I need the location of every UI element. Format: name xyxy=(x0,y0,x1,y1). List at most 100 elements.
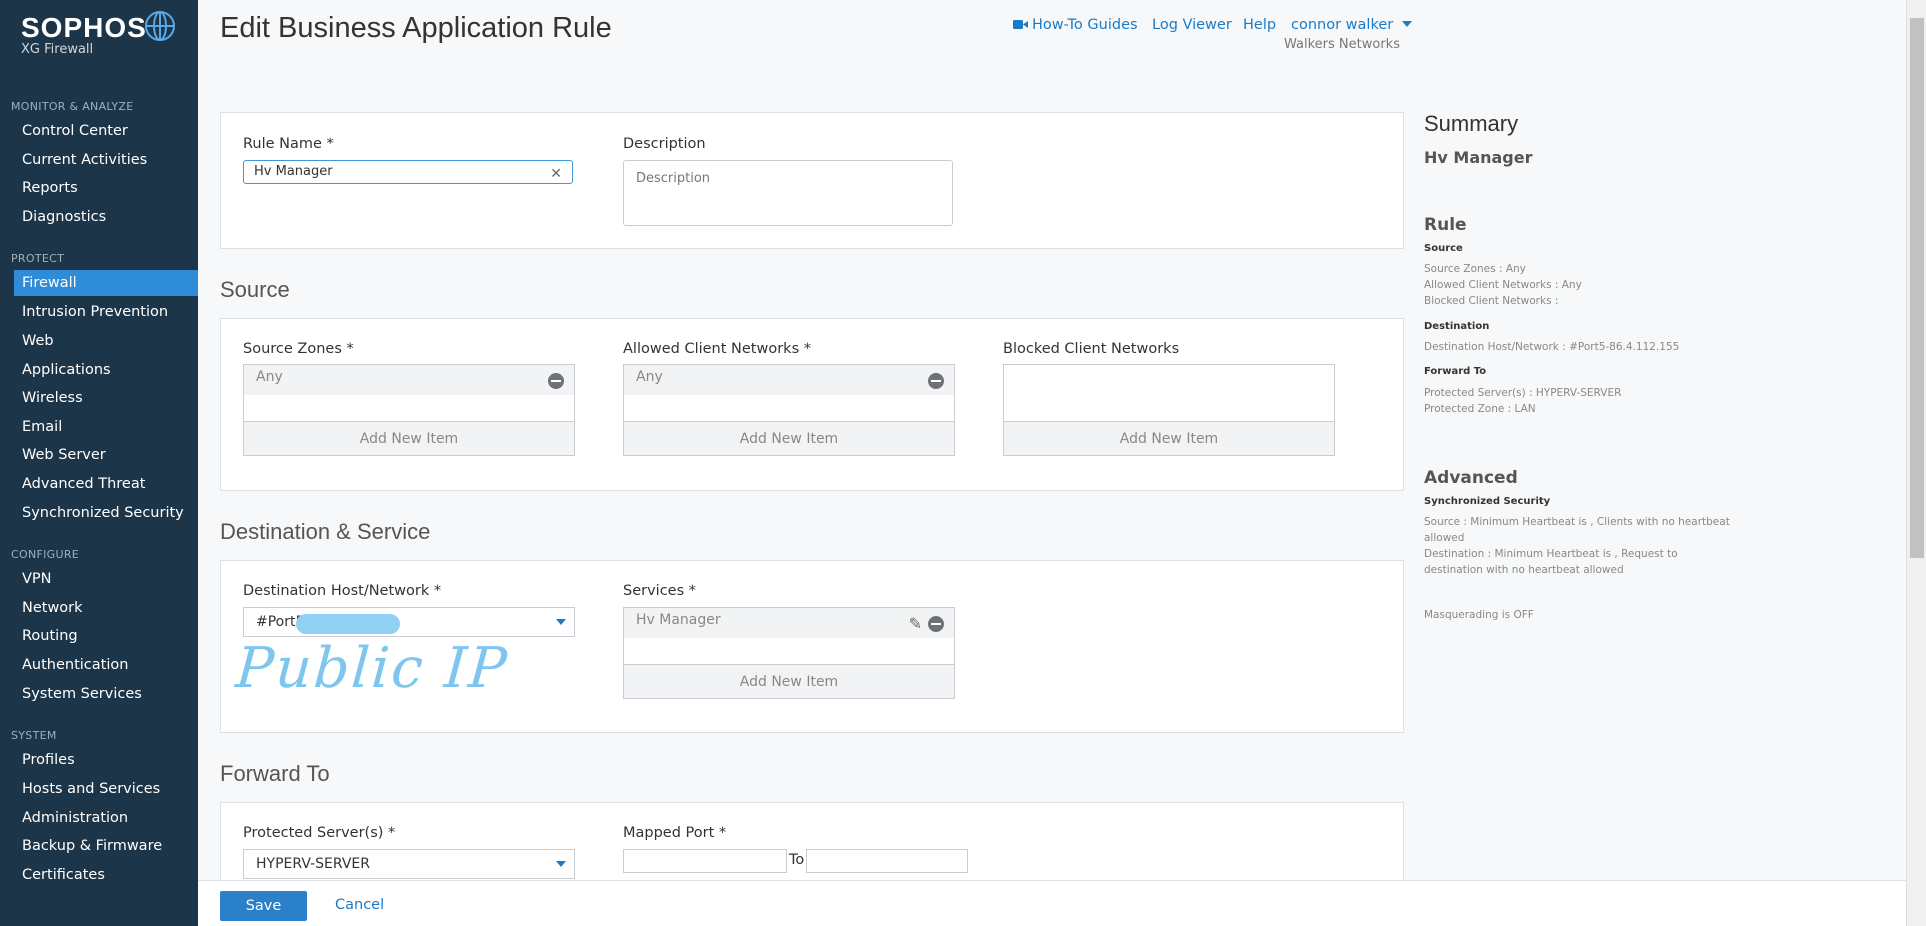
nav-item-backup-firmware[interactable]: Backup & Firmware xyxy=(14,833,198,859)
nav-item-current-activities[interactable]: Current Activities xyxy=(14,147,198,173)
caret-down-icon xyxy=(556,861,566,867)
nav-item-administration[interactable]: Administration xyxy=(14,805,198,831)
mapped-port-from-input[interactable] xyxy=(623,849,787,873)
nav-section-protect: PROTECT xyxy=(11,252,65,265)
source-zones-label: Source Zones * xyxy=(243,341,354,357)
footer-bar: Save Cancel xyxy=(198,880,1906,926)
summary-protected-zone: Protected Zone : LAN xyxy=(1424,403,1536,415)
mapped-port-to-input[interactable] xyxy=(806,849,968,873)
nav-item-authentication[interactable]: Authentication xyxy=(14,652,198,678)
nav-item-certificates[interactable]: Certificates xyxy=(14,862,198,888)
rule-name-input[interactable]: Hv Manager ✕ xyxy=(243,160,573,184)
help-link[interactable]: Help xyxy=(1243,17,1276,33)
nav-item-intrusion-prevention[interactable]: Intrusion Prevention xyxy=(14,299,198,325)
allowed-networks-list: Any Add New Item xyxy=(623,364,955,456)
remove-icon[interactable] xyxy=(928,616,944,632)
chevron-down-icon xyxy=(1401,21,1412,27)
services-value: Hv Manager xyxy=(636,612,721,628)
nav-item-applications[interactable]: Applications xyxy=(14,357,198,383)
brand-name: SOPHOS xyxy=(21,12,147,43)
video-camera-icon xyxy=(1013,20,1028,29)
summary-destination-host: Destination Host/Network : #Port5-86.4.1… xyxy=(1424,341,1680,353)
rule-name-label: Rule Name * xyxy=(243,136,334,152)
source-zones-list: Any Add New Item xyxy=(243,364,575,456)
source-zones-value: Any xyxy=(256,369,283,385)
summary-source-zones: Source Zones : Any xyxy=(1424,263,1526,275)
summary-rule-heading: Rule xyxy=(1424,215,1467,235)
nav-item-wireless[interactable]: Wireless xyxy=(14,385,198,411)
protected-servers-select[interactable]: HYPERV-SERVER xyxy=(243,849,575,879)
summary-rule-name: Hv Manager xyxy=(1424,148,1533,167)
globe-icon xyxy=(145,11,175,41)
nav-item-web[interactable]: Web xyxy=(14,328,198,354)
user-name: connor walker xyxy=(1291,17,1394,33)
redaction-scribble xyxy=(296,614,400,634)
allowed-networks-item: Any xyxy=(624,365,954,395)
protected-servers-label: Protected Server(s) * xyxy=(243,825,396,841)
destination-section-title: Destination & Service xyxy=(220,519,431,544)
mapped-port-to-label: To xyxy=(789,852,805,868)
user-menu[interactable]: connor walker xyxy=(1291,17,1412,33)
remove-icon[interactable] xyxy=(928,373,944,389)
summary-title: Summary xyxy=(1424,111,1519,136)
description-label: Description xyxy=(623,136,706,152)
source-zones-add-button[interactable]: Add New Item xyxy=(244,421,574,455)
nav-item-web-server[interactable]: Web Server xyxy=(14,442,198,468)
caret-down-icon xyxy=(556,619,566,625)
save-button[interactable]: Save xyxy=(220,891,307,921)
destination-host-label: Destination Host/Network * xyxy=(243,583,442,599)
how-to-guides-link[interactable]: How-To Guides xyxy=(1013,17,1138,33)
cancel-button[interactable]: Cancel xyxy=(335,897,384,913)
summary-source-heading: Source xyxy=(1424,243,1463,254)
allowed-networks-add-button[interactable]: Add New Item xyxy=(624,421,954,455)
edit-icon[interactable]: ✎ xyxy=(909,614,922,633)
mapped-port-label: Mapped Port * xyxy=(623,825,727,841)
summary-forward-heading: Forward To xyxy=(1424,366,1487,377)
nav-section-monitor: MONITOR & ANALYZE xyxy=(11,100,134,113)
remove-icon[interactable] xyxy=(548,373,564,389)
nav-item-email[interactable]: Email xyxy=(14,414,198,440)
nav-item-control-center[interactable]: Control Center xyxy=(14,118,198,144)
forward-section-title: Forward To xyxy=(220,761,330,786)
clear-icon[interactable]: ✕ xyxy=(550,163,562,185)
blocked-networks-add-button[interactable]: Add New Item xyxy=(1004,421,1334,455)
source-section-title: Source xyxy=(220,277,290,302)
services-label: Services * xyxy=(623,583,697,599)
summary-sync-heading: Synchronized Security xyxy=(1424,496,1551,507)
nav-item-vpn[interactable]: VPN xyxy=(14,566,198,592)
nav-item-routing[interactable]: Routing xyxy=(14,623,198,649)
blocked-networks-list: Add New Item xyxy=(1003,364,1335,456)
nav-item-reports[interactable]: Reports xyxy=(14,175,198,201)
summary-allowed-networks: Allowed Client Networks : Any xyxy=(1424,279,1582,291)
scrollbar-thumb[interactable] xyxy=(1910,18,1924,558)
services-list: Hv Manager ✎ Add New Item xyxy=(623,607,955,699)
nav-item-synchronized-security[interactable]: Synchronized Security xyxy=(14,500,198,526)
destination-host-select[interactable]: #Port5 xyxy=(243,607,575,637)
blocked-networks-label: Blocked Client Networks xyxy=(1003,341,1180,357)
summary-blocked-networks: Blocked Client Networks : xyxy=(1424,295,1559,307)
source-zones-item: Any xyxy=(244,365,574,395)
nav-item-firewall[interactable]: Firewall xyxy=(14,270,198,296)
services-item: Hv Manager ✎ xyxy=(624,608,954,638)
summary-sync-source: Source : Minimum Heartbeat is , Clients … xyxy=(1424,516,1730,544)
page-title: Edit Business Application Rule xyxy=(220,12,612,44)
log-viewer-link[interactable]: Log Viewer xyxy=(1152,17,1232,33)
nav-item-system-services[interactable]: System Services xyxy=(14,681,198,707)
summary-protected-servers: Protected Server(s) : HYPERV-SERVER xyxy=(1424,387,1622,399)
allowed-networks-value: Any xyxy=(636,369,663,385)
sidebar: SOPHOS XG Firewall MONITOR & ANALYZE Con… xyxy=(0,0,198,926)
services-add-button[interactable]: Add New Item xyxy=(624,664,954,698)
how-to-guides-label: How-To Guides xyxy=(1032,17,1138,33)
nav-item-profiles[interactable]: Profiles xyxy=(14,747,198,773)
nav-item-network[interactable]: Network xyxy=(14,595,198,621)
description-field[interactable]: Description xyxy=(623,160,953,226)
nav-item-advanced-threat[interactable]: Advanced Threat xyxy=(14,471,198,497)
page-scrollbar[interactable] xyxy=(1906,0,1926,926)
nav-item-diagnostics[interactable]: Diagnostics xyxy=(14,204,198,230)
rule-name-value: Hv Manager xyxy=(254,164,333,179)
nav-item-hosts-and-services[interactable]: Hosts and Services xyxy=(14,776,198,802)
organization-name: Walkers Networks xyxy=(1284,37,1400,52)
nav-section-configure: CONFIGURE xyxy=(11,548,80,561)
protected-servers-value: HYPERV-SERVER xyxy=(256,856,370,872)
sophos-logo[interactable]: SOPHOS XG Firewall xyxy=(21,12,147,57)
